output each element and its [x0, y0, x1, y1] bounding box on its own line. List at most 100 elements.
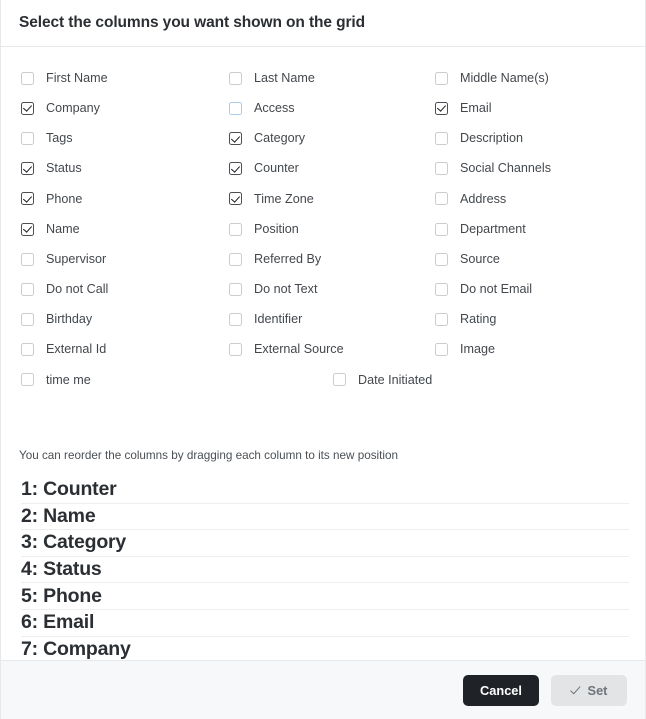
- column-checkbox-rating[interactable]: Rating: [435, 305, 496, 335]
- column-checkbox-source[interactable]: Source: [435, 244, 500, 274]
- column-checkbox-supervisor[interactable]: Supervisor: [21, 244, 106, 274]
- column-checkbox-last-name[interactable]: Last Name: [229, 63, 315, 93]
- column-checkbox-name[interactable]: Name: [21, 214, 80, 244]
- checkbox-unchecked-icon[interactable]: [229, 343, 242, 357]
- checkbox-checked-icon[interactable]: [229, 162, 242, 176]
- checkbox-unchecked-icon[interactable]: [435, 131, 448, 145]
- order-list-item[interactable]: 6: Email: [21, 610, 629, 637]
- checkbox-unchecked-icon[interactable]: [435, 222, 448, 236]
- dialog-header: Select the columns you want shown on the…: [1, 0, 645, 47]
- checkbox-label: Referred By: [254, 251, 322, 266]
- column-checkbox-image[interactable]: Image: [435, 335, 495, 365]
- set-button-label: Set: [587, 682, 608, 698]
- checkbox-row: Birthday Identifier Rating: [1, 305, 645, 335]
- checkbox-checked-icon[interactable]: [229, 131, 242, 145]
- checkbox-unchecked-icon[interactable]: [229, 282, 242, 296]
- column-checkbox-external-id[interactable]: External Id: [21, 335, 106, 365]
- order-list-item[interactable]: 4: Status: [21, 557, 629, 584]
- column-order-list[interactable]: 1: Counter 2: Name 3: Category 4: Status 5: …: [21, 477, 629, 660]
- checkbox-label: Department: [460, 221, 526, 236]
- column-checkbox-middle-name-s[interactable]: Middle Name(s): [435, 63, 549, 93]
- checkbox-label: External Source: [254, 342, 344, 357]
- checkbox-row: time me Date Initiated: [1, 365, 645, 395]
- dialog-title: Select the columns you want shown on the…: [19, 14, 366, 31]
- column-checkbox-position[interactable]: Position: [229, 214, 299, 244]
- order-list-item[interactable]: 5: Phone: [21, 583, 629, 610]
- column-checkbox-social-channels[interactable]: Social Channels: [435, 154, 551, 184]
- checkbox-label: Tags: [46, 131, 73, 146]
- column-checkbox-address[interactable]: Address: [435, 184, 506, 214]
- checkbox-unchecked-icon[interactable]: [333, 373, 346, 387]
- column-checkbox-email[interactable]: Email: [435, 93, 492, 123]
- column-checkbox-birthday[interactable]: Birthday: [21, 305, 92, 335]
- column-checkbox-do-not-text[interactable]: Do not Text: [229, 274, 317, 304]
- checkbox-unchecked-icon[interactable]: [21, 313, 34, 327]
- checkbox-unchecked-icon[interactable]: [435, 252, 448, 266]
- column-checkbox-category[interactable]: Category: [229, 123, 305, 153]
- column-checkbox-access[interactable]: Access: [229, 93, 295, 123]
- column-checkbox-description[interactable]: Description: [435, 123, 523, 153]
- checkbox-unchecked-icon[interactable]: [435, 343, 448, 357]
- checkbox-unchecked-icon[interactable]: [435, 282, 448, 296]
- checkbox-checked-icon[interactable]: [229, 192, 242, 206]
- column-checkbox-first-name[interactable]: First Name: [21, 63, 108, 93]
- checkbox-label: Access: [254, 100, 295, 115]
- checkbox-label: Name: [46, 221, 80, 236]
- checkbox-label: Email: [460, 100, 492, 115]
- checkbox-label: Company: [46, 100, 100, 115]
- checkbox-unchecked-icon[interactable]: [21, 343, 34, 357]
- checkbox-row: Status Counter Social Channels: [1, 154, 645, 184]
- checkbox-checked-icon[interactable]: [21, 222, 34, 236]
- checkbox-unchecked-icon[interactable]: [435, 71, 448, 85]
- column-checkbox-tags[interactable]: Tags: [21, 123, 73, 153]
- checkbox-unchecked-icon[interactable]: [21, 131, 34, 145]
- checkbox-checked-icon[interactable]: [21, 101, 34, 115]
- order-list-item-label: 6: Email: [21, 611, 95, 634]
- checkbox-unchecked-icon[interactable]: [435, 192, 448, 206]
- checkbox-unchecked-icon[interactable]: [21, 282, 34, 296]
- order-list-item-label: 7: Company: [21, 637, 131, 660]
- checkbox-label: time me: [46, 372, 91, 387]
- order-list-item[interactable]: 1: Counter: [21, 477, 629, 504]
- checkbox-label: Category: [254, 131, 306, 146]
- checkbox-unchecked-icon[interactable]: [435, 313, 448, 327]
- order-list-item-label: 2: Name: [21, 504, 96, 527]
- order-list-item[interactable]: 7: Company: [21, 637, 629, 660]
- column-checkbox-phone[interactable]: Phone: [21, 184, 82, 214]
- checkbox-row: Tags Category Description: [1, 123, 645, 153]
- checkbox-unchecked-icon[interactable]: [229, 101, 242, 115]
- column-checkbox-department[interactable]: Department: [435, 214, 526, 244]
- column-checkbox-external-source[interactable]: External Source: [229, 335, 344, 365]
- checkbox-label: Supervisor: [46, 251, 107, 266]
- checkbox-label: Middle Name(s): [460, 70, 549, 85]
- column-checkbox-date-initiated[interactable]: Date Initiated: [333, 365, 432, 395]
- column-checkbox-do-not-call[interactable]: Do not Call: [21, 274, 108, 304]
- checkbox-checked-icon[interactable]: [21, 192, 34, 206]
- checkbox-row: Phone Time Zone Address: [1, 184, 645, 214]
- checkbox-unchecked-icon[interactable]: [229, 222, 242, 236]
- checkbox-unchecked-icon[interactable]: [21, 252, 34, 266]
- column-checkbox-time-zone[interactable]: Time Zone: [229, 184, 314, 214]
- column-checkbox-company[interactable]: Company: [21, 93, 100, 123]
- column-chooser-dialog: Select the columns you want shown on the…: [0, 0, 646, 719]
- checkbox-unchecked-icon[interactable]: [435, 162, 448, 176]
- column-checkbox-referred-by[interactable]: Referred By: [229, 244, 321, 274]
- order-list-item-label: 4: Status: [21, 558, 102, 581]
- column-checkbox-status[interactable]: Status: [21, 154, 82, 184]
- order-list-item[interactable]: 3: Category: [21, 530, 629, 557]
- checkbox-checked-icon[interactable]: [21, 162, 34, 176]
- column-checkbox-time-me[interactable]: time me: [21, 365, 91, 395]
- checkbox-row: First Name Last Name Middle Name(s): [1, 63, 645, 93]
- order-list-item[interactable]: 2: Name: [21, 504, 629, 531]
- checkbox-checked-icon[interactable]: [435, 101, 448, 115]
- checkbox-unchecked-icon[interactable]: [229, 71, 242, 85]
- checkbox-unchecked-icon[interactable]: [229, 252, 242, 266]
- cancel-button[interactable]: Cancel: [463, 674, 539, 706]
- checkbox-unchecked-icon[interactable]: [21, 373, 34, 387]
- set-button[interactable]: Set: [551, 674, 627, 706]
- column-checkbox-identifier[interactable]: Identifier: [229, 305, 302, 335]
- column-checkbox-counter[interactable]: Counter: [229, 154, 299, 184]
- checkbox-unchecked-icon[interactable]: [21, 71, 34, 85]
- column-checkbox-do-not-email[interactable]: Do not Email: [435, 274, 532, 304]
- checkbox-unchecked-icon[interactable]: [229, 313, 242, 327]
